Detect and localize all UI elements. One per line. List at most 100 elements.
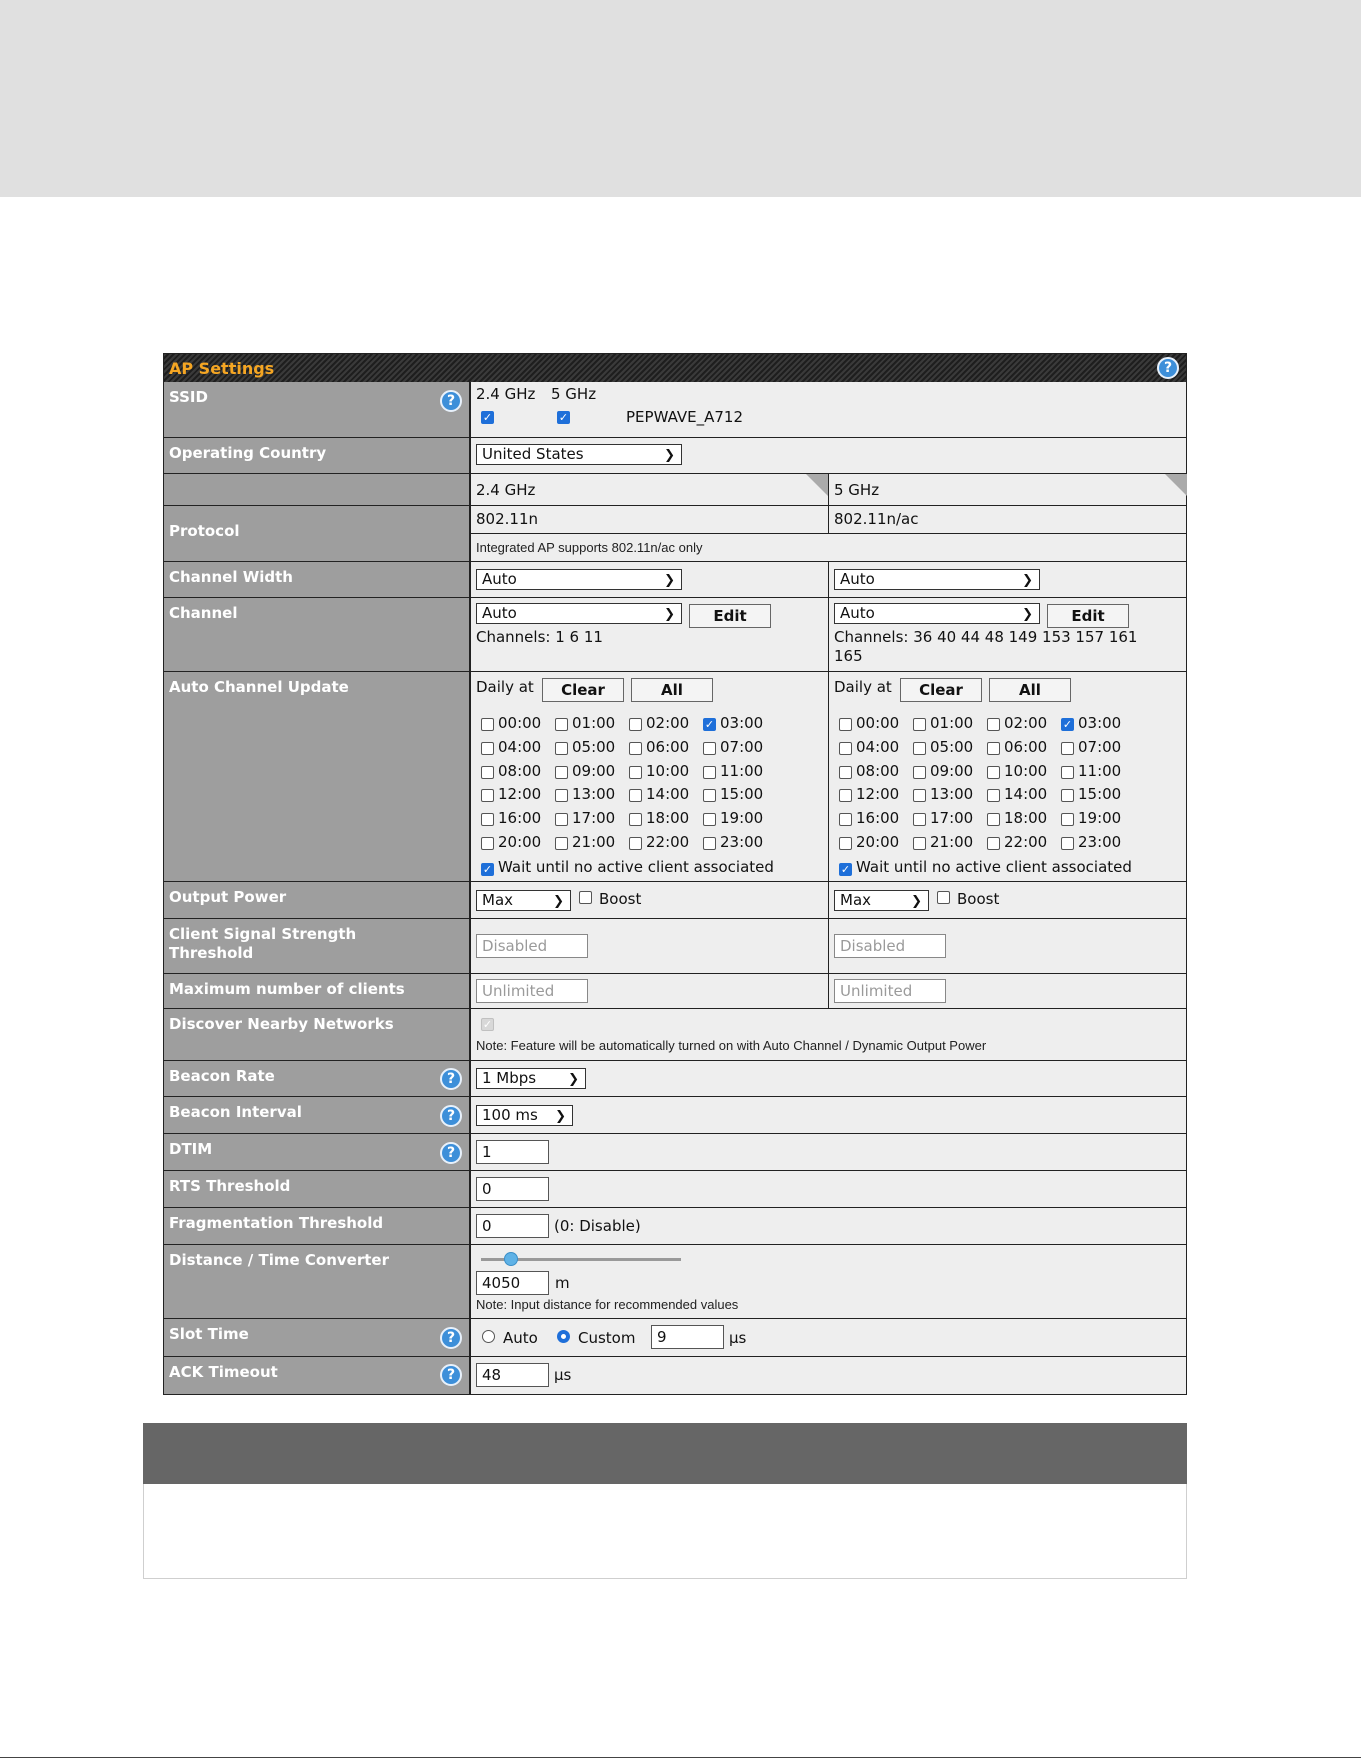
hour-checkbox[interactable]: ✓ bbox=[1061, 718, 1074, 731]
hour-checkbox[interactable] bbox=[839, 765, 852, 779]
dtim-input[interactable]: 1 bbox=[476, 1140, 549, 1164]
max-clients-24-input[interactable]: Unlimited bbox=[476, 979, 588, 1003]
wait-checkbox[interactable]: ✓ bbox=[839, 863, 852, 876]
hour-checkbox[interactable] bbox=[1061, 789, 1074, 803]
distance-input[interactable]: 4050 bbox=[476, 1271, 549, 1295]
hour-checkbox[interactable] bbox=[555, 765, 568, 779]
ack-timeout-input[interactable]: 48 bbox=[476, 1363, 549, 1387]
rts-input[interactable]: 0 bbox=[476, 1177, 549, 1201]
ssid-help-icon[interactable]: ? bbox=[440, 390, 462, 412]
hour-checkbox[interactable] bbox=[555, 789, 568, 803]
hour-checkbox[interactable] bbox=[987, 813, 1000, 827]
channel-5-list-cont: 165 bbox=[834, 647, 863, 665]
hour-checkbox[interactable] bbox=[703, 789, 716, 803]
slot-time-custom-radio[interactable] bbox=[557, 1330, 570, 1343]
ssid-name[interactable]: PEPWAVE_A712 bbox=[626, 408, 743, 426]
hour-checkbox[interactable] bbox=[839, 718, 852, 731]
hour-checkbox[interactable] bbox=[839, 813, 852, 827]
hour-checkbox[interactable] bbox=[703, 741, 716, 755]
hour-checkbox[interactable] bbox=[629, 741, 642, 755]
hour-label: 22:00 bbox=[1004, 833, 1048, 851]
hour-checkbox[interactable] bbox=[987, 718, 1000, 731]
hour-checkbox[interactable] bbox=[987, 789, 1000, 803]
output-power-24-select[interactable]: Max ❯ bbox=[476, 890, 571, 911]
hour-checkbox[interactable] bbox=[555, 718, 568, 731]
clear-button[interactable]: Clear bbox=[542, 678, 624, 702]
ssid-24-checkbox[interactable]: ✓ bbox=[481, 411, 494, 424]
hour-checkbox[interactable] bbox=[481, 813, 494, 827]
client-signal-5-input[interactable]: Disabled bbox=[834, 934, 946, 958]
channel-24-edit-button[interactable]: Edit bbox=[689, 604, 771, 628]
all-button[interactable]: All bbox=[989, 678, 1071, 702]
hour-checkbox[interactable] bbox=[839, 837, 852, 850]
hour-checkbox[interactable] bbox=[987, 765, 1000, 779]
max-clients-5-input[interactable]: Unlimited bbox=[834, 979, 946, 1003]
hour-checkbox[interactable] bbox=[703, 765, 716, 779]
hour-checkbox[interactable] bbox=[629, 718, 642, 731]
beacon-rate-help-icon[interactable]: ? bbox=[440, 1068, 462, 1090]
hour-checkbox[interactable] bbox=[913, 741, 926, 755]
dtim-help-icon[interactable]: ? bbox=[440, 1142, 462, 1164]
hour-checkbox[interactable] bbox=[913, 718, 926, 731]
ack-timeout-help-icon[interactable]: ? bbox=[440, 1364, 462, 1386]
channel-5-select[interactable]: Auto ❯ bbox=[834, 603, 1040, 624]
hour-checkbox[interactable] bbox=[481, 718, 494, 731]
hour-checkbox[interactable] bbox=[1061, 741, 1074, 755]
channel-width-24-select[interactable]: Auto ❯ bbox=[476, 569, 682, 590]
channel-24-select[interactable]: Auto ❯ bbox=[476, 603, 682, 624]
hour-checkbox[interactable] bbox=[555, 813, 568, 827]
channel-width-5-select[interactable]: Auto ❯ bbox=[834, 569, 1040, 590]
channel-5-edit-button[interactable]: Edit bbox=[1047, 604, 1129, 628]
output-power-5-select[interactable]: Max ❯ bbox=[834, 890, 929, 911]
hour-checkbox[interactable] bbox=[629, 789, 642, 803]
boost-24-checkbox[interactable] bbox=[579, 891, 592, 904]
hour-label: 07:00 bbox=[720, 737, 764, 756]
beacon-interval-select[interactable]: 100 ms ❯ bbox=[476, 1105, 573, 1126]
hour-checkbox[interactable] bbox=[913, 789, 926, 803]
hour-checkbox[interactable] bbox=[481, 741, 494, 755]
slot-time-auto-label: Auto bbox=[503, 1329, 538, 1347]
hour-checkbox[interactable] bbox=[555, 837, 568, 850]
boost-5-checkbox[interactable] bbox=[937, 891, 950, 904]
all-button[interactable]: All bbox=[631, 678, 713, 702]
output-power-5-cell: Max ❯ Boost bbox=[828, 882, 1186, 919]
help-icon[interactable]: ? bbox=[1157, 357, 1179, 379]
hour-checkbox[interactable] bbox=[481, 765, 494, 779]
hour-checkbox[interactable] bbox=[839, 789, 852, 803]
slot-time-input[interactable]: 9 bbox=[651, 1325, 724, 1349]
beacon-rate-select[interactable]: 1 Mbps ❯ bbox=[476, 1068, 586, 1089]
fragmentation-input[interactable]: 0 bbox=[476, 1214, 549, 1238]
hour-checkbox[interactable] bbox=[913, 837, 926, 850]
hour-checkbox[interactable] bbox=[629, 837, 642, 850]
operating-country-select[interactable]: United States ❯ bbox=[476, 444, 682, 465]
hour-checkbox[interactable]: ✓ bbox=[703, 718, 716, 731]
slot-time-auto-radio[interactable] bbox=[482, 1330, 495, 1343]
hour-checkbox[interactable] bbox=[987, 837, 1000, 850]
hour-checkbox[interactable] bbox=[839, 741, 852, 755]
beacon-interval-help-icon[interactable]: ? bbox=[440, 1105, 462, 1127]
clear-button[interactable]: Clear bbox=[900, 678, 982, 702]
hour-checkbox[interactable] bbox=[987, 741, 1000, 755]
hour-checkbox[interactable] bbox=[629, 765, 642, 779]
footer-section-header bbox=[143, 1423, 1187, 1484]
wait-checkbox[interactable]: ✓ bbox=[481, 863, 494, 876]
max-clients-label: Maximum number of clients bbox=[164, 974, 469, 1009]
hour-checkbox[interactable] bbox=[703, 837, 716, 850]
slot-time-help-icon[interactable]: ? bbox=[440, 1327, 462, 1349]
hour-checkbox[interactable] bbox=[1061, 765, 1074, 779]
hour-checkbox[interactable] bbox=[1061, 813, 1074, 827]
client-signal-24-input[interactable]: Disabled bbox=[476, 934, 588, 958]
hour-label: 19:00 bbox=[1078, 809, 1122, 828]
hour-checkbox[interactable] bbox=[703, 813, 716, 827]
ssid-5-checkbox[interactable]: ✓ bbox=[557, 411, 570, 424]
hour-label: 23:00 bbox=[1078, 833, 1122, 851]
daily-at-label: Daily at bbox=[834, 678, 892, 696]
hour-checkbox[interactable] bbox=[913, 813, 926, 827]
hour-checkbox[interactable] bbox=[481, 837, 494, 850]
hour-checkbox[interactable] bbox=[555, 741, 568, 755]
hour-checkbox[interactable] bbox=[481, 789, 494, 803]
hour-checkbox[interactable] bbox=[629, 813, 642, 827]
distance-slider[interactable] bbox=[504, 1252, 518, 1266]
hour-checkbox[interactable] bbox=[913, 765, 926, 779]
hour-checkbox[interactable] bbox=[1061, 837, 1074, 850]
